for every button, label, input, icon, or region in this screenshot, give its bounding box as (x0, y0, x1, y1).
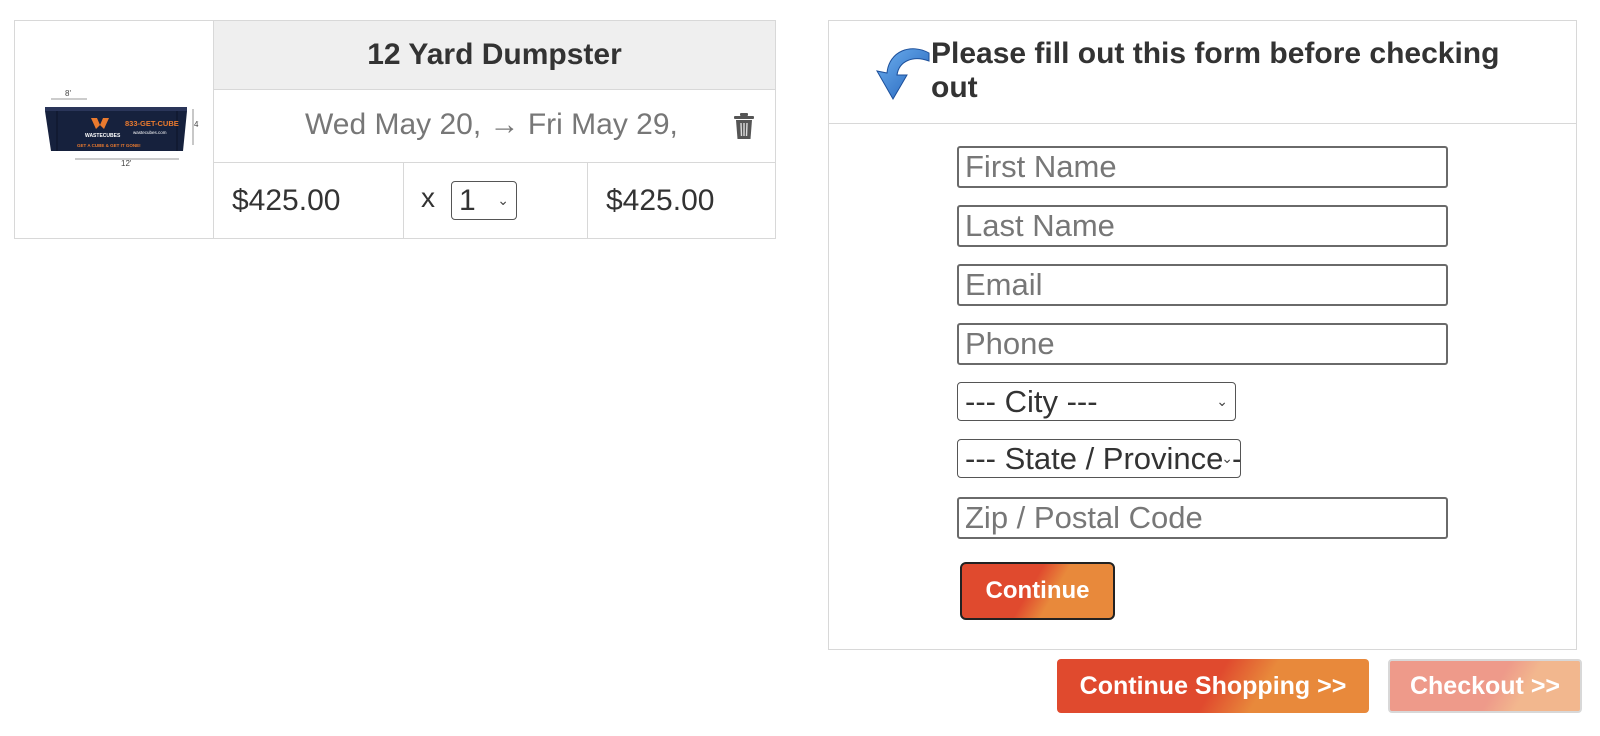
city-select-value: --- City --- (965, 384, 1098, 419)
chevron-down-icon: ⌄ (1221, 450, 1233, 466)
curved-arrow-icon (876, 48, 930, 100)
state-select[interactable]: --- State / Province --- ⌄ (957, 439, 1241, 478)
line-total: $425.00 (606, 183, 715, 217)
quantity-value: 1 (459, 184, 476, 217)
quantity-select[interactable]: 1 ⌄ (451, 181, 517, 220)
phone-label: 833-GET-CUBE (125, 119, 179, 128)
checkout-button[interactable]: Checkout >> (1388, 659, 1582, 713)
first-name-field[interactable] (957, 146, 1448, 188)
rental-dates: Wed May 20, → Fri May 29, (305, 108, 678, 141)
state-select-value: --- State / Province --- (965, 441, 1241, 476)
cart-table: 8' 4' 12' WASTECUBES 833-GET-CUBE wastec… (14, 20, 776, 239)
trash-icon[interactable] (732, 112, 756, 140)
last-name-field[interactable] (957, 205, 1448, 247)
price-row: $425.00 x 1 ⌄ $425.00 (214, 163, 775, 238)
quantity-multiplier: x (421, 181, 435, 213)
product-image-cell: 8' 4' 12' WASTECUBES 833-GET-CUBE wastec… (15, 21, 214, 238)
continue-button[interactable]: Continue (960, 562, 1115, 620)
form-header: Please fill out this form before checkin… (829, 21, 1576, 124)
unit-price: $425.00 (214, 163, 404, 238)
phone-field[interactable] (957, 323, 1448, 365)
email-field[interactable] (957, 264, 1448, 306)
quantity-cell: x 1 ⌄ (404, 163, 588, 238)
form-heading: Please fill out this form before checkin… (931, 37, 1500, 104)
zip-field[interactable] (957, 497, 1448, 539)
checkout-form-panel: Please fill out this form before checkin… (828, 20, 1577, 650)
chevron-down-icon: ⌄ (497, 192, 509, 208)
product-title: 12 Yard Dumpster (214, 21, 775, 90)
chevron-down-icon: ⌄ (1216, 393, 1228, 409)
dim-height-label: 4' (194, 120, 199, 129)
slogan-label: GET A CUBE & GET IT GONE! (77, 143, 141, 148)
brand-label: WASTECUBES (85, 133, 121, 139)
dumpster-image: 8' 4' 12' WASTECUBES 833-GET-CUBE wastec… (45, 89, 199, 168)
dim-length-label: 12' (121, 159, 132, 168)
continue-shopping-button[interactable]: Continue Shopping >> (1057, 659, 1369, 713)
dim-width-label: 8' (65, 89, 71, 98)
rental-dates-row: Wed May 20, → Fri May 29, (214, 90, 775, 163)
city-select[interactable]: --- City --- ⌄ (957, 382, 1236, 421)
site-label: wastecubes.com (133, 130, 167, 135)
